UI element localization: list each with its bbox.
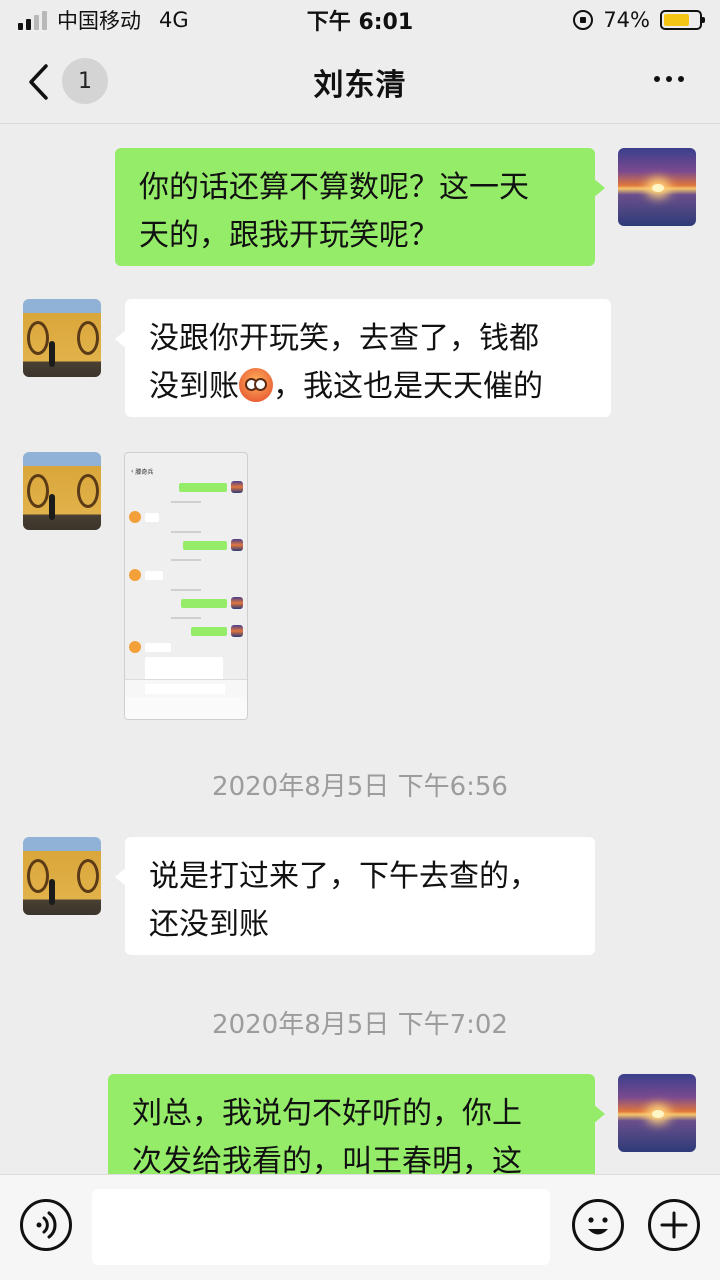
thumb-timestamp (125, 501, 247, 504)
thumb-bubble (145, 513, 159, 522)
message-input[interactable] (92, 1189, 550, 1265)
contact-avatar[interactable] (23, 299, 101, 377)
thumb-timestamp (125, 589, 247, 592)
status-left: 中国移动 4G (18, 5, 189, 35)
contact-avatar[interactable] (23, 452, 101, 530)
battery-icon (660, 10, 705, 30)
my-avatar[interactable] (618, 148, 696, 226)
thumb-bubble (183, 541, 227, 550)
person-figure (49, 494, 55, 520)
battery-fill (664, 14, 690, 26)
message-text: ，我这也是天天催的 (273, 369, 543, 404)
more-options-button[interactable] (654, 76, 684, 82)
thumb-bubble (145, 571, 163, 580)
image-message-thumbnail[interactable]: ‹ 滕奇兵 (124, 452, 248, 720)
chat-header: 1 刘东清 (0, 40, 720, 124)
thumb-bubble (181, 599, 227, 608)
status-right: 74% (573, 8, 705, 32)
thumb-nav-bar (125, 697, 247, 719)
message-line: 天的，跟我开玩笑呢？ (139, 218, 439, 253)
thumb-bubble (179, 483, 227, 492)
wall-ring (27, 321, 49, 355)
person-figure (49, 879, 55, 905)
message-line: 还没到账 (149, 907, 269, 942)
wall-ring (77, 474, 99, 508)
thumb-title: 滕奇兵 (135, 468, 154, 476)
thumb-avatar (231, 481, 243, 493)
message-bubble-received[interactable]: 说是打过来了，下午去查的， 还没到账 (115, 837, 595, 955)
wall-ring (27, 859, 49, 893)
thumb-header: ‹ 滕奇兵 (131, 467, 154, 476)
chat-timestamp: 2020年8月5日 下午7:02 (212, 1010, 508, 1040)
thumb-bubble (145, 657, 223, 681)
thumb-timestamp (125, 617, 247, 620)
thumb-avatar (129, 641, 141, 653)
voice-input-button[interactable] (20, 1199, 72, 1251)
chat-messages[interactable]: 你的话还算不算数呢？这一天 天的，跟我开玩笑呢？ 没跟你开玩笑，去查了，钱都 没… (0, 124, 720, 1174)
back-button[interactable] (26, 60, 66, 104)
wall-ring (77, 859, 99, 893)
message-bubble-sent[interactable]: 你的话还算不算数呢？这一天 天的，跟我开玩笑呢？ (115, 148, 605, 266)
wall-ring (27, 474, 49, 508)
message-line: 说是打过来了，下午去查的， (149, 859, 539, 894)
thumb-bubble (145, 643, 171, 652)
message-line: 刘总，我说句不好听的，你上 (132, 1096, 522, 1131)
message-line: 没跟你开玩笑，去查了，钱都 (149, 321, 539, 356)
thumb-timestamp (125, 531, 247, 534)
thumb-avatar (231, 597, 243, 609)
more-dot (666, 76, 672, 82)
thumb-avatar (231, 625, 243, 637)
message-text: 没到账 (149, 369, 239, 404)
my-avatar[interactable] (618, 1074, 696, 1152)
plus-icon (660, 1211, 688, 1239)
chat-input-bar (0, 1174, 720, 1280)
more-actions-button[interactable] (648, 1199, 700, 1251)
more-dot (678, 76, 684, 82)
carrier-label: 中国移动 (57, 9, 141, 33)
message-bubble-received[interactable]: 没跟你开玩笑，去查了，钱都 没到账 ，我这也是天天催的 (115, 299, 611, 417)
thumb-avatar (129, 569, 141, 581)
smiley-icon (588, 1217, 608, 1235)
rotation-lock-icon (573, 10, 594, 30)
message-line: 你的话还算不算数呢？这一天 (139, 170, 529, 205)
unread-count-badge[interactable]: 1 (62, 58, 108, 104)
chat-title: 刘东清 (313, 67, 407, 103)
emoji-button[interactable] (572, 1199, 624, 1251)
message-bubble-sent[interactable]: 刘总，我说句不好听的，你上 次发给我看的，叫王春明，这 (108, 1074, 605, 1174)
chat-timestamp: 2020年8月5日 下午6:56 (212, 772, 508, 802)
flushed-face-emoji-icon (239, 368, 273, 402)
signal-icon (18, 10, 47, 30)
battery-percent: 74% (603, 8, 650, 32)
person-figure (49, 341, 55, 367)
contact-avatar[interactable] (23, 837, 101, 915)
wall-ring (77, 321, 99, 355)
thumb-input-bar (125, 679, 247, 697)
thumb-avatar (129, 511, 141, 523)
voice-icon (36, 1211, 57, 1239)
thumb-avatar (231, 539, 243, 551)
sun-graphic (652, 184, 664, 192)
chevron-left-icon (29, 64, 48, 100)
message-line: 没到账 ，我这也是天天催的 (149, 363, 587, 411)
sun-graphic (652, 1110, 664, 1118)
status-bar: 中国移动 4G 下午 6:01 74% (0, 0, 720, 40)
thumb-bubble (191, 627, 227, 636)
more-dots-icon (654, 76, 660, 82)
message-line: 次发给我看的，叫王春明，这 (132, 1144, 522, 1174)
network-label: 4G (159, 8, 189, 32)
thumb-timestamp (125, 559, 247, 562)
